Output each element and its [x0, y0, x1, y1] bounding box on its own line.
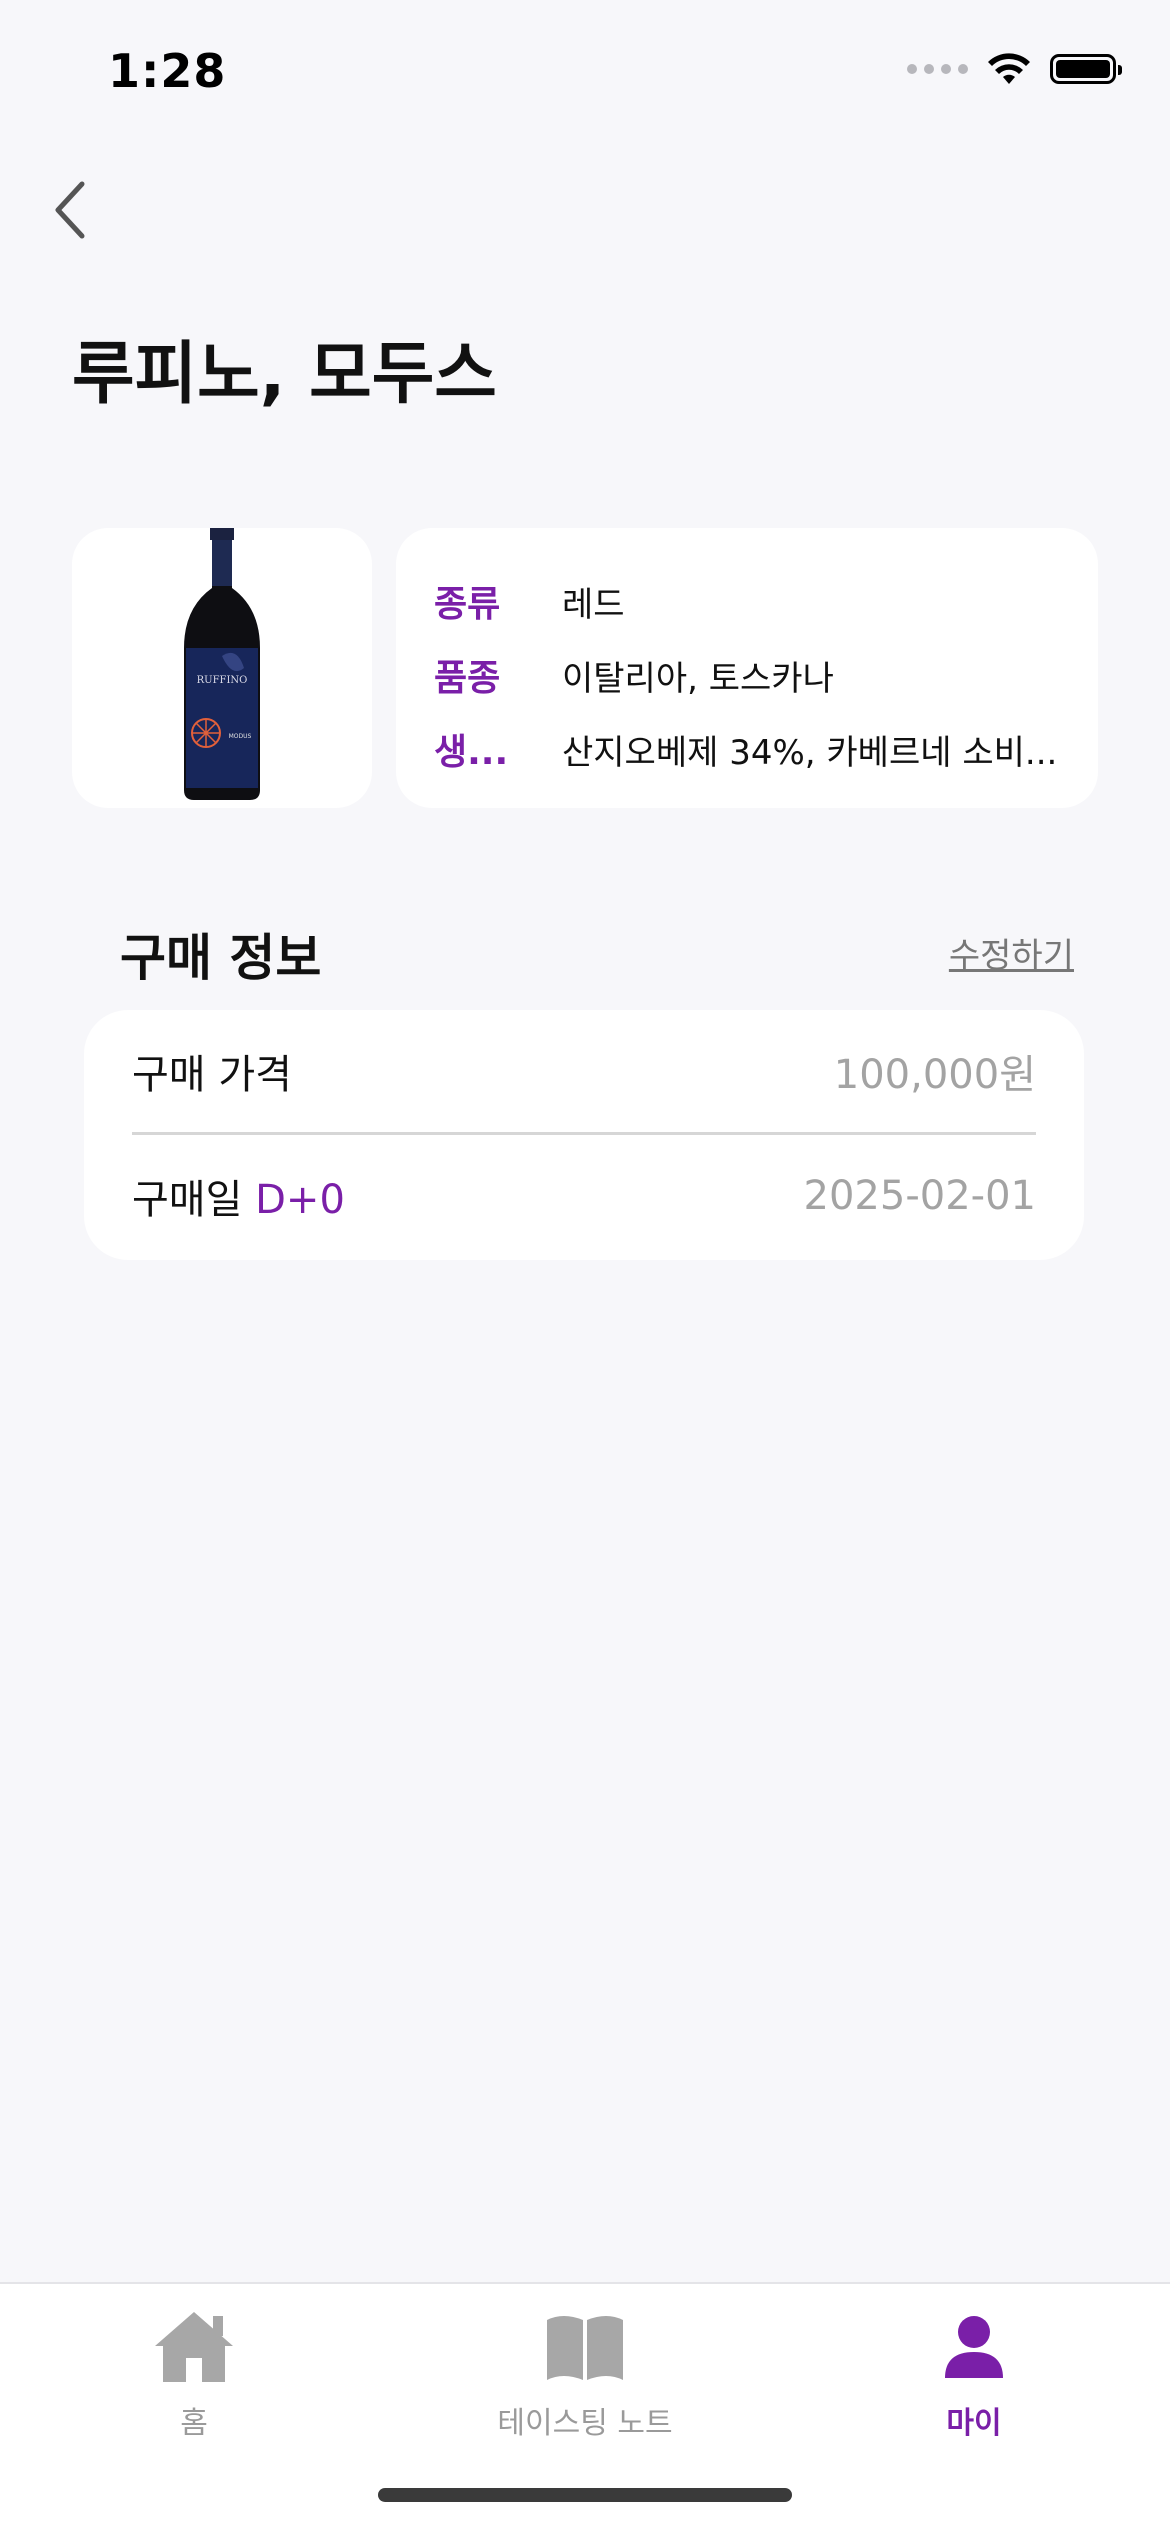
- status-time: 1:28: [108, 44, 227, 98]
- page-title: 루피노, 모두스: [72, 335, 497, 414]
- tab-home[interactable]: 홈: [44, 2302, 344, 2442]
- wine-info-card: 종류 레드 품종 이탈리아, 토스카나 생... 산지오베제 34%, 카베르네…: [396, 528, 1098, 808]
- tab-tasting-notes[interactable]: 테이스팅 노트: [435, 2302, 735, 2442]
- date-value: 2025-02-01: [803, 1173, 1036, 1219]
- svg-text:RUFFINO: RUFFINO: [197, 675, 248, 686]
- cellular-signal-icon: [907, 64, 968, 74]
- price-label: 구매 가격: [132, 1052, 292, 1098]
- section-title: 구매 정보: [120, 929, 322, 987]
- info-label: 품종: [434, 658, 501, 699]
- book-icon: [543, 2302, 627, 2392]
- status-icons: [907, 52, 1122, 86]
- info-value: 이탈리아, 토스카나: [562, 658, 834, 699]
- person-icon: [939, 2302, 1009, 2392]
- tab-label: 테이스팅 노트: [497, 2406, 673, 2441]
- info-value: 산지오베제 34%, 카베르네 소비...: [562, 732, 1058, 773]
- wine-bottle-image: RUFFINO MODUS: [184, 528, 260, 800]
- home-icon: [151, 2302, 237, 2392]
- tab-label: 홈: [180, 2406, 208, 2441]
- svg-text:MODUS: MODUS: [229, 733, 252, 740]
- back-button[interactable]: [40, 170, 100, 250]
- wine-image-card: RUFFINO MODUS: [72, 528, 372, 808]
- chevron-left-icon: [55, 181, 85, 239]
- home-indicator[interactable]: [378, 2488, 792, 2502]
- dday-badge: D+0: [255, 1177, 345, 1223]
- price-value: 100,000원: [833, 1052, 1036, 1098]
- info-row-region: 생... 산지오베제 34%, 카베르네 소비...: [434, 712, 1062, 786]
- date-label-group: 구매일 D+0: [132, 1167, 345, 1225]
- info-row-variety: 품종 이탈리아, 토스카나: [434, 638, 1062, 712]
- purchase-price-row: 구매 가격 100,000원: [132, 1010, 1036, 1135]
- info-label: 생...: [434, 732, 509, 773]
- purchase-date-row: 구매일 D+0 2025-02-01: [132, 1135, 1036, 1257]
- tab-label: 마이: [946, 2406, 1002, 2441]
- info-row-type: 종류 레드: [434, 564, 1062, 638]
- date-label: 구매일: [132, 1177, 243, 1223]
- info-label: 종류: [434, 584, 501, 625]
- wifi-icon: [988, 53, 1030, 84]
- tab-my[interactable]: 마이: [824, 2302, 1124, 2442]
- purchase-info-card: 구매 가격 100,000원 구매일 D+0 2025-02-01: [84, 1010, 1084, 1260]
- edit-button[interactable]: 수정하기: [949, 928, 1074, 977]
- status-bar: 1:28: [0, 0, 1170, 140]
- info-value: 레드: [562, 584, 625, 625]
- battery-icon: [1050, 54, 1122, 84]
